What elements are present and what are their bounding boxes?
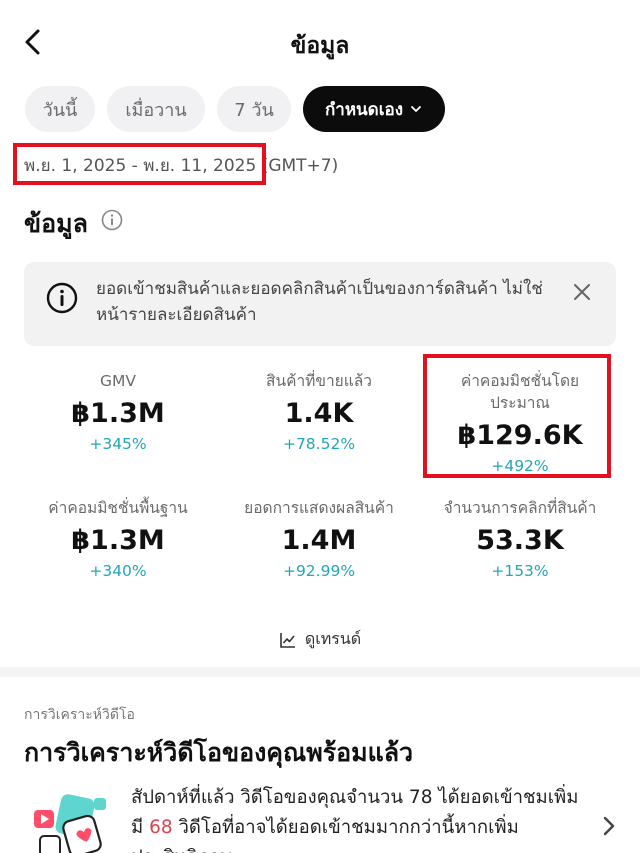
video-illustration-icon <box>34 794 106 853</box>
metric-base-commission[interactable]: ค่าคอมมิชชั่นพื้นฐาน ฿1.3M +340% <box>23 497 213 580</box>
chip-today[interactable]: วันนี้ <box>25 86 95 132</box>
metric-change: +92.99% <box>282 562 356 580</box>
chevron-right-icon[interactable] <box>601 814 617 838</box>
metric-value: 1.4K <box>284 398 354 429</box>
chip-custom[interactable]: กำหนดเอง <box>303 86 445 132</box>
video-analysis-text-part2: วิดีโอที่อาจได้ยอดเข้าชมมากกว่านี้หากเพิ… <box>131 817 519 853</box>
metric-label: จำนวนการคลิกที่สินค้า <box>443 499 597 517</box>
metric-gmv[interactable]: GMV ฿1.3M +345% <box>23 370 213 453</box>
metric-label: GMV <box>100 372 136 390</box>
chip-7-days[interactable]: 7 วัน <box>217 86 291 132</box>
video-analysis-text: สัปดาห์ที่แล้ว วิดีโอของคุณจำนวน 78 ได้ย… <box>131 783 581 853</box>
metric-product-clicks[interactable]: จำนวนการคลิกที่สินค้า 53.3K +153% <box>425 497 615 580</box>
notice-banner: ยอดเข้าชมสินค้าและยอดคลิกสินค้าเป็นของกา… <box>24 262 616 346</box>
view-trend-button[interactable]: ดูเทรนด์ <box>0 627 640 652</box>
info-circle-icon <box>46 282 78 314</box>
view-trend-label: ดูเทรนด์ <box>304 629 362 648</box>
notice-text: ยอดเข้าชมสินค้าและยอดคลิกสินค้าเป็นของกา… <box>96 279 543 325</box>
metric-value: ฿1.3M <box>71 398 165 429</box>
metric-product-impressions[interactable]: ยอดการแสดงผลสินค้า 1.4M +92.99% <box>224 497 414 580</box>
metric-change: +78.52% <box>282 435 356 453</box>
metric-change: +340% <box>89 562 147 580</box>
section-title: ข้อมูล <box>24 209 88 238</box>
video-analysis-label: การวิเคราะห์วิดีโอ <box>24 707 135 723</box>
metric-label: ยอดการแสดงผลสินค้า <box>244 499 394 517</box>
metric-value: 53.3K <box>476 525 564 556</box>
metric-value: ฿1.3M <box>71 525 165 556</box>
chip-custom-label: กำหนดเอง <box>324 99 404 120</box>
highlight-box-date <box>13 143 266 185</box>
highlight-box-commission <box>423 354 611 478</box>
metric-change: +153% <box>491 562 549 580</box>
metric-label: ค่าคอมมิชชั่นพื้นฐาน <box>48 499 188 517</box>
line-chart-icon <box>280 632 295 648</box>
section-divider <box>0 667 640 677</box>
metric-value: 1.4M <box>281 525 357 556</box>
chevron-down-icon <box>411 106 421 112</box>
date-filter-chips: วันนี้ เมื่อวาน 7 วัน กำหนดเอง <box>25 86 445 132</box>
video-analysis-highlight: 68 <box>149 817 173 838</box>
metric-items-sold[interactable]: สินค้าที่ขายแล้ว 1.4K +78.52% <box>224 370 414 453</box>
chip-yesterday[interactable]: เมื่อวาน <box>107 86 205 132</box>
metric-label: สินค้าที่ขายแล้ว <box>266 372 372 390</box>
close-icon[interactable] <box>570 280 594 304</box>
video-analysis-title: การวิเคราะห์วิดีโอของคุณพร้อมแล้ว <box>24 738 414 767</box>
page-title: ข้อมูล <box>290 33 350 59</box>
header-bar: ข้อมูล <box>0 0 640 84</box>
info-circle-icon[interactable] <box>101 209 123 231</box>
metric-change: +345% <box>89 435 147 453</box>
